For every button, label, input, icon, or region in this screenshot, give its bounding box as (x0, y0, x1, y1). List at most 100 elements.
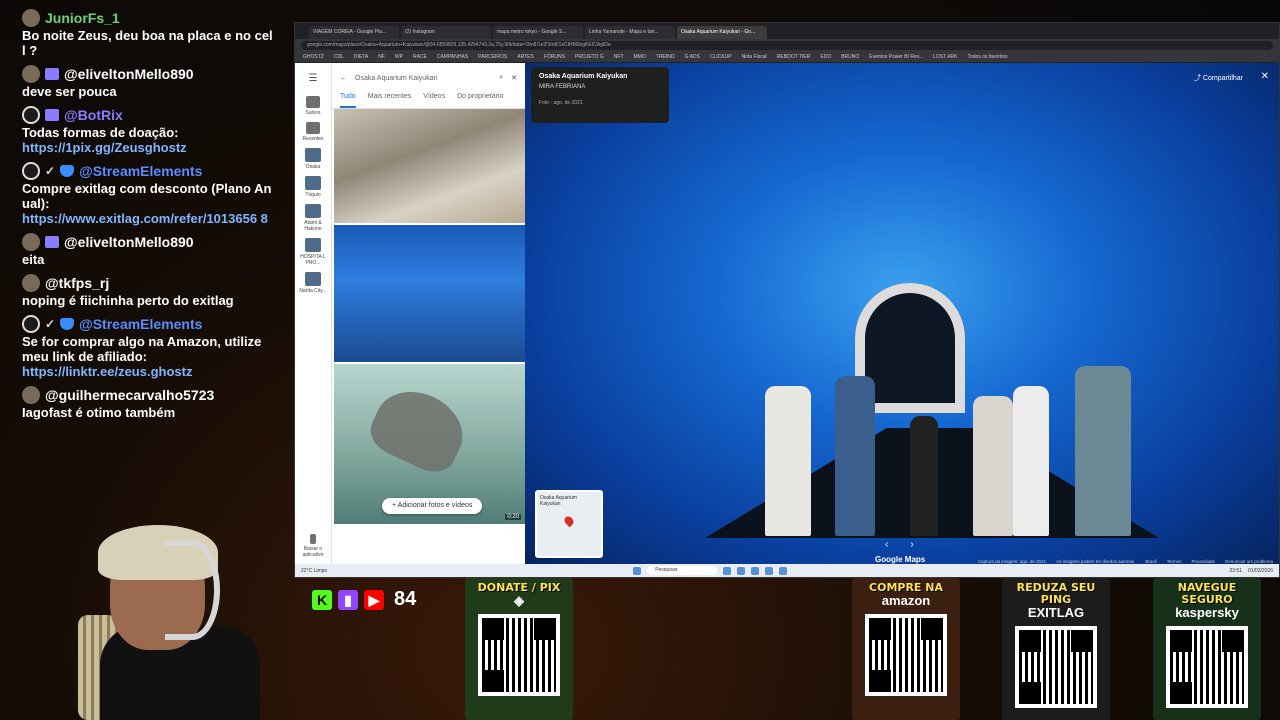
chat-message-header: @BotRix (22, 105, 276, 125)
chat-username[interactable]: @eliveltonMello890 (64, 234, 194, 250)
google-maps-brand: Google Maps (875, 555, 926, 564)
google-maps-app: ☰ Salvos Recentes Osaka Tóquio Atami & H… (295, 63, 1279, 566)
visitor-figure (910, 416, 938, 536)
tab-owner[interactable]: Do proprietário (457, 93, 503, 108)
map-pin-icon (562, 514, 576, 528)
chat-username[interactable]: JuniorFs_1 (45, 10, 120, 26)
windows-taskbar: 22°C Limpo Pesquisar 23:51 01/03/2026 (295, 564, 1279, 577)
chat-message: JuniorFs_1 Bo noite Zeus, deu boa na plac… (22, 8, 276, 58)
qr-code (1015, 626, 1097, 708)
chat-link[interactable]: https://linktr.ee/zeus.ghostz (22, 364, 276, 379)
rail-label: Narita City... (299, 288, 327, 294)
windows-start-icon[interactable] (633, 566, 642, 575)
close-icon[interactable]: ✕ (511, 74, 517, 82)
browser-tab[interactable]: (2) Instagram (401, 26, 491, 39)
chat-link[interactable]: https://www.exitlag.com/refer/1013656 8 (22, 211, 276, 226)
bookmark-item[interactable]: RACE (413, 54, 427, 60)
bookmark-item[interactable]: REBOOT TIER (777, 54, 811, 60)
browser-tab[interactable]: mapa metro tokyo - Google S... (493, 26, 583, 39)
add-photos-button[interactable]: + Adicionar fotos e vídeos (382, 498, 483, 514)
rail-item-atami[interactable]: Atami & Hakone (297, 204, 329, 232)
place-thumbnail (305, 176, 321, 190)
bookmark-item[interactable]: PROJETO G (575, 54, 604, 60)
bookmark-item[interactable]: Todos os favoritos (967, 54, 1007, 60)
url-field[interactable]: google.com/maps/place/Osaka+Aquarium+Kai… (301, 40, 1273, 50)
photo-author[interactable]: MIRA FEBRIANA (539, 84, 661, 90)
photo-thumbnail-selected[interactable] (334, 225, 525, 362)
place-title[interactable]: Osaka Aquarium Kaiyukan (539, 73, 661, 80)
taskbar-search[interactable]: Pesquisar (647, 566, 718, 575)
bookmark-item[interactable]: PARCEIROS (478, 54, 507, 60)
place-thumbnail (305, 204, 321, 218)
bookmark-item[interactable]: TREINO (656, 54, 675, 60)
chat-username[interactable]: @tkfps_rj (45, 275, 109, 291)
pix-icon: ◈ (514, 593, 524, 608)
rail-item-recent[interactable]: Recentes (297, 122, 329, 142)
chat-text: Bo noite Zeus, deu boa na placa e no cel… (22, 28, 273, 58)
rail-item-saved[interactable]: Salvos (297, 96, 329, 116)
bookmark-item[interactable]: NFT (614, 54, 624, 60)
chat-username[interactable]: @BotRix (64, 107, 123, 123)
rail-item-narita[interactable]: Narita City... (297, 272, 329, 294)
tab-recent[interactable]: Mais recentes (368, 93, 412, 108)
bookmark-item[interactable]: CAMPANHAS (437, 54, 468, 60)
app-icon[interactable] (737, 566, 746, 575)
bookmark-item[interactable]: LOST ARK (933, 54, 957, 60)
browser-tab-active[interactable]: Osaka Aquarium Kaiyukan - Go... (677, 26, 767, 39)
bookmark-item[interactable]: G ADS (685, 54, 700, 60)
bookmark-item[interactable]: BRUNO (841, 54, 859, 60)
qr-code (865, 614, 947, 696)
menu-icon[interactable]: ☰ (309, 73, 318, 84)
back-arrow-icon[interactable]: ← (340, 75, 347, 82)
rail-item-osaka[interactable]: Osaka (297, 148, 329, 170)
chevron-right-icon[interactable]: › (910, 539, 913, 550)
user-avatar (22, 65, 40, 83)
close-icon[interactable]: ✕ (1261, 71, 1269, 82)
photo-thumbnail[interactable] (334, 109, 525, 223)
bookmark-item[interactable]: DIETA (354, 54, 368, 60)
bookmark-item[interactable]: EDO (820, 54, 831, 60)
download-app-link[interactable]: Baixar o aplicativo (297, 534, 329, 558)
bookmark-item[interactable]: WP (395, 54, 403, 60)
crown-badge-icon (45, 236, 59, 248)
rail-item-tokyo[interactable]: Tóquio (297, 176, 329, 198)
bookmark-item[interactable]: Nota Fiscal (742, 54, 767, 60)
bookmark-item[interactable]: Eventos Power BI Rev... (869, 54, 923, 60)
chat-link[interactable]: https://1pix.gg/Zeusghostz (22, 140, 276, 155)
app-icon[interactable] (779, 566, 788, 575)
chat-username[interactable]: @eliveltonMello890 (64, 66, 194, 82)
chat-username[interactable]: @StreamElements (79, 163, 202, 179)
mini-map[interactable]: Osaka Aquarium Kaiyukan (535, 490, 603, 558)
bookmark-item[interactable]: CLICKUP (710, 54, 732, 60)
share-button[interactable]: ⤴ Compartilhar (1194, 73, 1243, 83)
chrome-icon[interactable] (765, 566, 774, 575)
bookmark-item[interactable]: ARTES (517, 54, 534, 60)
tab-videos[interactable]: Vídeos (423, 93, 445, 108)
kaspersky-card: NAVEGUE SEGURO kaspersky (1153, 578, 1261, 720)
app-icon[interactable] (723, 566, 732, 575)
search-query[interactable]: Osaka Aquarium Kaiyukan (355, 75, 491, 82)
bookmark-item[interactable]: MMO (634, 54, 646, 60)
chevron-left-icon[interactable]: ‹ (885, 539, 888, 550)
chat-message-header: @eliveltonMello890 (22, 64, 276, 84)
exitlag-card: REDUZA SEU PING EXITLAG (1002, 578, 1110, 720)
app-icon[interactable] (751, 566, 760, 575)
download-app-label: Baixar o aplicativo (302, 546, 324, 558)
bookmark-item[interactable]: NF (378, 54, 385, 60)
chat-username[interactable]: @guilhermecarvalho5723 (45, 387, 214, 403)
bookmark-item[interactable]: FÓRUNS (544, 54, 565, 60)
rail-item-hospital[interactable]: HOSPITA L PRO... (297, 238, 329, 266)
video-thumbnail[interactable]: + Adicionar fotos e vídeos 0:20 (334, 364, 525, 524)
bookmark-item[interactable]: GHOSTZ (303, 54, 324, 60)
photo-date: Foto - ago. de 2021 (539, 100, 583, 106)
weather-widget[interactable]: 22°C Limpo (301, 568, 327, 574)
card-subtitle: EXITLAG (1027, 605, 1085, 620)
browser-tab[interactable]: VIAGEM COREIA - Google Pla... (309, 26, 399, 39)
bookmarks-bar: GHOSTZ CDL DIETA NF WP RACE CAMPANHAS PARCEIROS… (295, 51, 1279, 63)
browser-tab[interactable]: Linha Yamanote - Mapa e tari... (585, 26, 675, 39)
photo-viewer[interactable]: Osaka Aquarium Kaiyukan MIRA FEBRIANA Fo… (525, 63, 1279, 566)
tab-all[interactable]: Tudo (340, 93, 356, 108)
bookmark-item[interactable]: CDL (334, 54, 344, 60)
chat-username[interactable]: @StreamElements (79, 316, 202, 332)
search-icon[interactable]: ⌕ (499, 74, 503, 82)
